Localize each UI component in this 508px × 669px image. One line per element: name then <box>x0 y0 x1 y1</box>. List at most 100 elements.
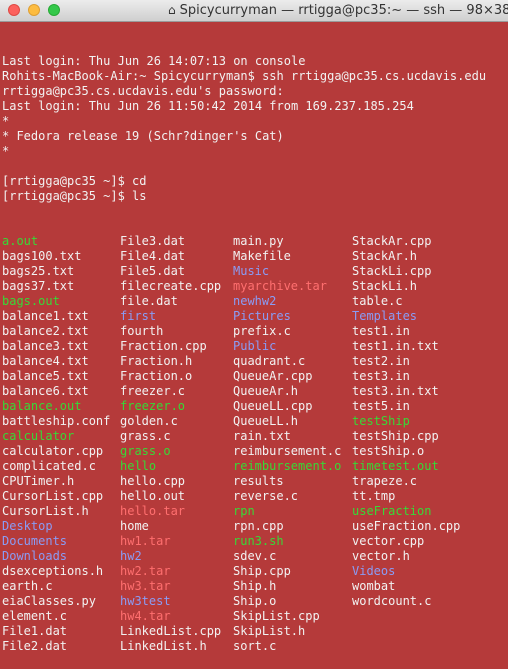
listing-row: battleship.conf golden.c QueueLL.h testShip <box>2 414 508 429</box>
file-entry: StackAr.h <box>352 249 418 263</box>
file-entry: quadrant.c <box>233 354 306 368</box>
file-entry: test1.in <box>352 324 410 338</box>
file-entry: freezer.c <box>120 384 186 398</box>
file-entry: dsexceptions.h <box>2 564 104 578</box>
terminal-line: Rohits-MacBook-Air:~ Spicycurryman$ ssh … <box>2 69 487 83</box>
file-entry: rain.txt <box>233 429 291 443</box>
file-entry: reimbursement.o <box>233 459 342 473</box>
terminal-line: [rrtigga@pc35 ~]$ ls <box>2 189 147 203</box>
listing-row: File1.dat LinkedList.cpp SkipList.h <box>2 624 508 639</box>
file-entry: hw3.tar <box>120 579 171 593</box>
file-entry: balance6.txt <box>2 384 89 398</box>
file-entry: Makefile <box>233 249 291 263</box>
listing-row: CPUTimer.h hello.cpp results trapeze.c <box>2 474 508 489</box>
listing-row: balance3.txt Fraction.cpp Public test1.in.t… <box>2 339 508 354</box>
listing-row: balance5.txt Fraction.o QueueAr.cpp test3.i… <box>2 369 508 384</box>
file-entry: timetest.out <box>352 459 439 473</box>
close-window-button[interactable] <box>8 4 20 16</box>
file-entry: QueueLL.h <box>233 414 299 428</box>
file-entry: SkipList.cpp <box>233 609 320 623</box>
terminal-line: Last login: Thu Jun 26 14:07:13 on conso… <box>2 54 306 68</box>
file-entry: hello.cpp <box>120 474 186 488</box>
window-titlebar[interactable]: ⌂ Spicycurryman — rrtigga@pc35:~ — ssh — … <box>0 0 508 22</box>
file-entry: test2.in <box>352 354 410 368</box>
listing-row: calculator.cpp grass.o reimbursement.c test… <box>2 444 508 459</box>
file-entry: main.py <box>233 234 284 248</box>
file-entry: balance2.txt <box>2 324 89 338</box>
file-entry: useFraction <box>352 504 432 518</box>
file-entry: reimbursement.c <box>233 444 342 458</box>
file-entry: CursorList.cpp <box>2 489 104 503</box>
file-entry: Ship.o <box>233 594 277 608</box>
file-entry: fourth <box>120 324 164 338</box>
file-entry: sort.c <box>233 639 277 653</box>
file-entry: bags100.txt <box>2 249 82 263</box>
listing-row: Documents hw1.tar run3.sh vector.cpp <box>2 534 508 549</box>
file-entry: useFraction.cpp <box>352 519 461 533</box>
terminal-line: Last login: Thu Jun 26 11:50:42 2014 fro… <box>2 99 414 113</box>
terminal-line: * <box>2 114 10 128</box>
file-entry: LinkedList.h <box>120 639 207 653</box>
file-entry: hw1.tar <box>120 534 171 548</box>
file-entry: QueueLL.cpp <box>233 399 313 413</box>
file-entry: hw2 <box>120 549 142 563</box>
file-entry: hw2.tar <box>120 564 171 578</box>
file-entry: balance1.txt <box>2 309 89 323</box>
file-entry: Ship.cpp <box>233 564 291 578</box>
listing-row: eiaClasses.py hw3test Ship.o wordcount.c <box>2 594 508 609</box>
file-entry: Pictures <box>233 309 291 323</box>
file-entry: Public <box>233 339 277 353</box>
file-entry: home <box>120 519 149 533</box>
listing-row: bags.out file.dat newhw2 table.c <box>2 294 508 309</box>
file-entry: golden.c <box>120 414 178 428</box>
file-entry: bags.out <box>2 294 60 308</box>
file-entry: sdev.c <box>233 549 277 563</box>
terminal-line: rrtigga@pc35.cs.ucdavis.edu's password: <box>2 84 284 98</box>
terminal-line: * <box>2 144 10 158</box>
zoom-window-button[interactable] <box>48 4 60 16</box>
file-entry: rpn <box>233 504 255 518</box>
file-entry: earth.c <box>2 579 53 593</box>
file-entry: freezer.o <box>120 399 186 413</box>
listing-row: bags25.txt File5.dat Music StackLi.cpp <box>2 264 508 279</box>
file-entry: balance3.txt <box>2 339 89 353</box>
file-entry: SkipList.h <box>233 624 306 638</box>
file-entry: hello <box>120 459 157 473</box>
file-entry: trapeze.c <box>352 474 418 488</box>
file-entry: Templates <box>352 309 418 323</box>
file-entry: testShip.cpp <box>352 429 439 443</box>
file-entry: filecreate.cpp <box>120 279 222 293</box>
listing-row: balance2.txt fourth prefix.c test1.in <box>2 324 508 339</box>
file-entry: testShip <box>352 414 410 428</box>
file-entry: File3.dat <box>120 234 186 248</box>
listing-row: bags100.txt File4.dat Makefile StackAr.h <box>2 249 508 264</box>
file-entry: Documents <box>2 534 68 548</box>
file-entry: table.c <box>352 294 403 308</box>
listing-row: calculator grass.c rain.txt testShip.cpp <box>2 429 508 444</box>
file-entry: myarchive.tar <box>233 279 327 293</box>
file-entry: results <box>233 474 284 488</box>
ls-listing: a.out File3.dat main.py StackAr.cpp bags100.… <box>2 234 508 654</box>
file-entry: test1.in.txt <box>352 339 439 353</box>
home-icon: ⌂ <box>168 3 176 17</box>
listing-row: bags37.txt filecreate.cpp myarchive.tar Sta… <box>2 279 508 294</box>
listing-row: File2.dat LinkedList.h sort.c <box>2 639 508 654</box>
file-entry: calculator.cpp <box>2 444 104 458</box>
listing-row: complicated.c hello reimbursement.o timetes… <box>2 459 508 474</box>
file-entry: reverse.c <box>233 489 299 503</box>
file-entry: file.dat <box>120 294 178 308</box>
file-entry: StackAr.cpp <box>352 234 432 248</box>
session-log: Last login: Thu Jun 26 14:07:13 on conso… <box>2 54 508 204</box>
file-entry: test3.in.txt <box>352 384 439 398</box>
file-entry: File1.dat <box>2 624 68 638</box>
window-title-text: Spicycurryman — rrtigga@pc35:~ — ssh — 9… <box>179 3 508 18</box>
terminal-output[interactable]: Last login: Thu Jun 26 14:07:13 on conso… <box>2 24 508 653</box>
minimize-window-button[interactable] <box>28 4 40 16</box>
file-entry: Videos <box>352 564 396 578</box>
file-entry: QueueAr.h <box>233 384 299 398</box>
listing-row: balance1.txt first Pictures Templates <box>2 309 508 324</box>
file-entry: run3.sh <box>233 534 284 548</box>
file-entry: Downloads <box>2 549 68 563</box>
listing-row: element.c hw4.tar SkipList.cpp <box>2 609 508 624</box>
file-entry: Music <box>233 264 270 278</box>
